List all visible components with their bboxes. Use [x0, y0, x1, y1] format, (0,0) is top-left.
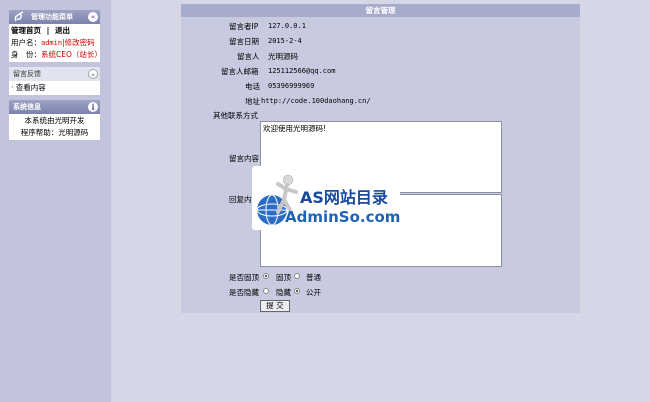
- system-info-line: 本系统由光明开发: [24, 116, 85, 125]
- collapse-icon[interactable]: «: [88, 69, 98, 79]
- feedback-header: 留言反馈 «: [9, 67, 100, 81]
- watermark-title: AS网站目录: [300, 188, 388, 207]
- hide-hidden-radio[interactable]: [263, 288, 269, 294]
- system-info-header: 系统信息 i: [9, 100, 100, 114]
- info-icon: i: [88, 102, 98, 112]
- management-menu-panel: 管理功能菜单 « 管理首页 | 退出 用户名：admin|修改密码 身 份：系统…: [9, 10, 102, 62]
- address-label: 地址: [245, 97, 260, 106]
- management-menu-title: 管理功能菜单: [31, 13, 73, 21]
- date-label: 留言日期: [229, 37, 259, 46]
- hide-public-radio[interactable]: [294, 288, 300, 294]
- menu-links-row: 管理首页 | 退出: [11, 25, 98, 37]
- hide-public-option: 公开: [306, 288, 321, 297]
- pin-normal-radio[interactable]: [294, 273, 300, 279]
- identity-value: 系统CEO（站长）: [41, 50, 102, 59]
- change-password-link[interactable]: |修改密码: [62, 38, 95, 47]
- system-info-title: 系统信息: [13, 103, 41, 111]
- person-value: 光明源码: [268, 52, 298, 61]
- phone-value: 05396999969: [268, 82, 315, 90]
- menu-separator: |: [46, 26, 50, 35]
- username-label: 用户名：: [11, 38, 41, 47]
- system-info-panel: 系统信息 i 本系统由光明开发 程序帮助：光明源码: [9, 100, 100, 140]
- management-menu-header: 管理功能菜单 «: [9, 10, 100, 24]
- submit-button[interactable]: 提 交: [260, 300, 290, 312]
- email-label: 留言人邮箱: [221, 67, 259, 76]
- pin-top-radio[interactable]: [263, 273, 269, 279]
- ip-label: 留言者IP: [229, 22, 259, 31]
- watermark-domain: AdminSo.com: [285, 208, 401, 226]
- identity-label: 身 份：: [11, 50, 41, 59]
- pin-label: 是否固顶: [229, 273, 259, 282]
- sidebar: 管理功能菜单 « 管理首页 | 退出 用户名：admin|修改密码 身 份：系统…: [0, 0, 111, 402]
- feedback-panel: 留言反馈 « · 查看内容: [9, 67, 100, 95]
- view-content-link[interactable]: · 查看内容: [11, 82, 98, 94]
- feedback-title: 留言反馈: [13, 70, 41, 78]
- hide-label: 是否隐藏: [229, 288, 259, 297]
- message-management-form: 留言管理 留言者IP 127.0.0.1 留言日期 2015-2-4 留言人 光…: [181, 4, 580, 313]
- phone-label: 电话: [245, 82, 260, 91]
- person-label: 留言人: [237, 52, 260, 61]
- username-row: 用户名：admin|修改密码: [11, 37, 98, 49]
- collapse-icon[interactable]: «: [88, 12, 98, 22]
- username-value: admin: [41, 39, 63, 47]
- content-label: 留言内容: [229, 154, 259, 163]
- address-value: http://code.100daohang.cn/: [261, 97, 371, 105]
- pin-top-option: 固顶: [276, 273, 291, 282]
- program-help-line: 程序帮助：光明源码: [20, 128, 89, 137]
- swirl-logo-icon: [14, 11, 24, 22]
- logout-link[interactable]: 退出: [55, 26, 70, 35]
- date-value: 2015-2-4: [268, 37, 302, 45]
- pin-normal-option: 普通: [306, 273, 321, 282]
- form-title: 留言管理: [181, 4, 580, 17]
- hide-hidden-option: 隐藏: [276, 288, 291, 297]
- watermark: AS网站目录 AdminSo.com: [252, 166, 400, 230]
- admin-home-link[interactable]: 管理首页: [11, 26, 41, 35]
- other-contact-label: 其他联系方式: [213, 111, 258, 120]
- ip-value: 127.0.0.1: [268, 22, 306, 30]
- email-value: 125112566@qq.com: [268, 67, 336, 75]
- identity-row: 身 份：系统CEO（站长）: [11, 49, 102, 61]
